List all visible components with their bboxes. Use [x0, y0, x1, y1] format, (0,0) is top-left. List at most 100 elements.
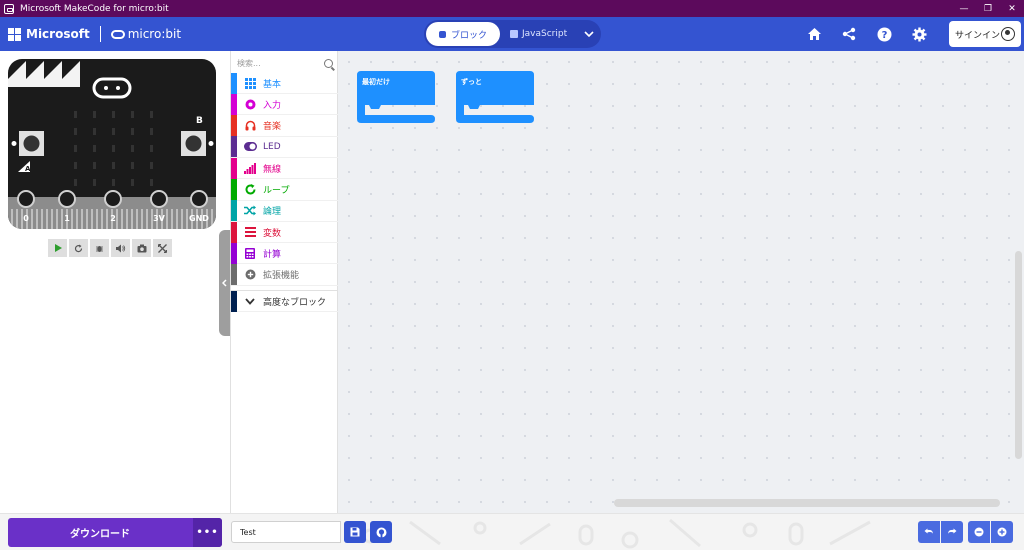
restart-button[interactable] [69, 239, 88, 257]
javascript-mode-label: JavaScript [522, 29, 568, 39]
play-icon [54, 244, 62, 252]
svg-text:?: ? [881, 30, 887, 41]
led-pixel [131, 179, 134, 186]
download-button[interactable]: ダウンロード ••• [8, 518, 222, 547]
button-a[interactable] [19, 131, 44, 156]
zoom-out-icon [974, 527, 984, 537]
fullscreen-button[interactable] [153, 239, 172, 257]
grid-icon [243, 76, 257, 90]
pin-gnd-label: GND [189, 214, 209, 223]
led-pixel [93, 145, 96, 152]
toolbox-category[interactable]: 計算 [231, 242, 338, 265]
horizontal-scrollbar[interactable] [614, 499, 1000, 507]
simulator-panel: B A 0 1 2 3V GND [0, 51, 230, 513]
category-color-stripe [231, 221, 237, 243]
settings-button[interactable] [910, 25, 928, 43]
toolbox-category[interactable]: ループ [231, 179, 338, 201]
zoom-out-button[interactable] [968, 521, 990, 543]
project-name-input[interactable] [231, 521, 341, 543]
forever-block[interactable]: ずっと [456, 71, 534, 123]
screenshot-button[interactable] [132, 239, 151, 257]
led-pixel [74, 128, 77, 135]
toolbox-category[interactable]: 拡張機能 [231, 264, 338, 286]
user-icon [1001, 27, 1015, 41]
toolbox-search[interactable]: 検索... [237, 55, 333, 71]
blocks-workspace[interactable]: 最初だけ ずっと [338, 51, 1024, 513]
on-start-label: 最初だけ [362, 78, 390, 86]
save-icon [350, 527, 360, 537]
help-button[interactable]: ? [875, 25, 893, 43]
category-color-stripe [231, 157, 237, 179]
home-icon [807, 28, 821, 40]
download-more-button[interactable]: ••• [193, 518, 222, 547]
blocks-mode-button[interactable]: ブロック [426, 22, 500, 46]
puzzle-icon [438, 30, 446, 38]
mode-dropdown-button[interactable] [580, 22, 598, 46]
signin-button[interactable]: サインイン [949, 21, 1021, 47]
microbit-logo-icon [110, 29, 125, 39]
app-icon [4, 3, 14, 14]
simulator-toolbar [48, 239, 172, 257]
toolbox-category[interactable]: 論理 [231, 200, 338, 222]
collapse-simulator-button[interactable] [219, 230, 230, 336]
search-input[interactable]: 検索... [237, 58, 324, 69]
save-button[interactable] [344, 521, 366, 543]
category-color-stripe [231, 264, 237, 286]
home-button[interactable] [805, 25, 823, 43]
fullscreen-icon [158, 243, 167, 253]
category-color-stripe [231, 200, 237, 222]
button-b[interactable] [181, 131, 206, 156]
category-color-stripe [231, 179, 237, 200]
javascript-mode-button[interactable]: JavaScript [510, 22, 576, 46]
advanced-blocks-toggle[interactable]: 高度なブロック [231, 290, 338, 312]
brand[interactable]: Microsoft micro:bit [8, 17, 181, 51]
toolbox-category[interactable]: 無線 [231, 157, 338, 180]
led-pixel [112, 128, 115, 135]
window-title: Microsoft MakeCode for micro:bit [20, 3, 169, 14]
share-button[interactable] [840, 25, 858, 43]
close-button[interactable]: ✕ [1000, 0, 1024, 17]
chevron-left-icon [222, 279, 227, 287]
on-start-block[interactable]: 最初だけ [357, 71, 435, 123]
category-color-stripe [231, 242, 237, 264]
redo-button[interactable] [941, 521, 963, 543]
github-button[interactable] [370, 521, 392, 543]
category-label: 拡張機能 [263, 271, 300, 282]
vertical-scrollbar[interactable] [1015, 251, 1022, 459]
led-pixel [131, 162, 134, 169]
toolbox-category[interactable]: 変数 [231, 221, 338, 244]
restore-button[interactable]: ❐ [976, 0, 1000, 17]
share-icon [842, 27, 856, 41]
category-color-stripe [231, 290, 237, 312]
toolbox-category[interactable]: 基本 [231, 72, 338, 94]
led-pixel [150, 179, 153, 186]
toolbox-category[interactable]: 入力 [231, 93, 338, 116]
mute-button[interactable] [111, 239, 130, 257]
led-pixel [74, 179, 77, 186]
chevron-down-icon [243, 294, 257, 308]
brand-divider [99, 26, 101, 42]
header-bar: Microsoft micro:bit ブロック JavaScript ? サイ… [0, 17, 1024, 51]
debug-button[interactable] [90, 239, 109, 257]
bug-icon [96, 245, 103, 252]
signal-icon [243, 161, 257, 175]
zoom-in-button[interactable] [991, 521, 1013, 543]
led-pixel [112, 179, 115, 186]
minimize-button[interactable]: — [952, 0, 976, 17]
gear-icon [912, 27, 926, 41]
search-icon [324, 58, 333, 68]
led-pixel [93, 179, 96, 186]
toolbox-category[interactable]: 音楽 [231, 115, 338, 137]
play-button[interactable] [48, 239, 67, 257]
restart-icon [74, 244, 83, 252]
zoom-in-icon [997, 527, 1007, 537]
led-pixel [112, 145, 115, 152]
signin-label: サインイン [955, 30, 1001, 41]
undo-button[interactable] [918, 521, 940, 543]
download-label: ダウンロード [70, 529, 130, 540]
category-label: 論理 [263, 207, 282, 218]
input-icon [243, 97, 257, 111]
toolbox-category[interactable]: LED [231, 136, 338, 158]
microbit-board[interactable]: B A 0 1 2 3V GND [8, 59, 216, 229]
led-pixel [74, 145, 77, 152]
